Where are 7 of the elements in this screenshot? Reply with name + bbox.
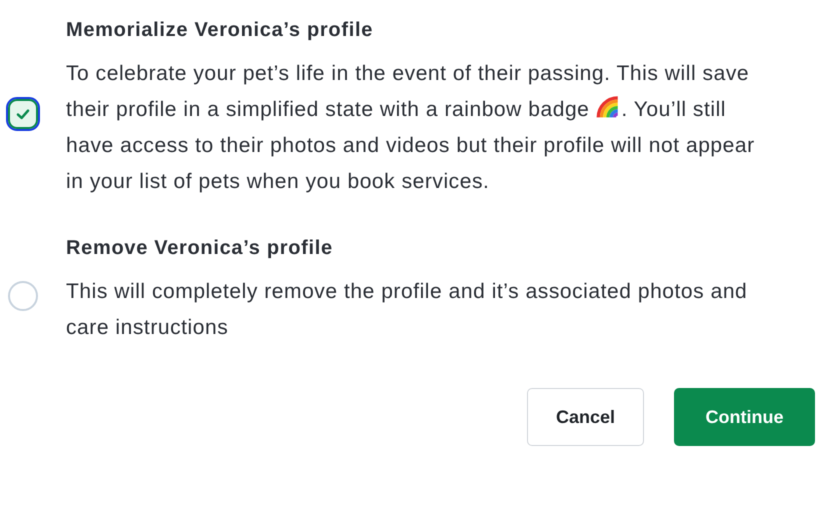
- option-description: This will completely remove the profile and it’s associated photos and care instructions: [66, 280, 748, 339]
- cancel-button[interactable]: Cancel: [527, 388, 644, 446]
- option-title: Memorialize Veronica’s profile: [66, 18, 374, 43]
- radio-button[interactable]: [8, 99, 38, 129]
- option-description: To celebrate your pet’s life in the event of their passing. This will save their profile in a simplified state with a rainbow badge . You’ll still have access to their photos and videos but their profile will not appear in your list of pets when you book services.: [66, 62, 755, 193]
- continue-button[interactable]: Continue: [674, 388, 815, 446]
- option-title: Remove Veronica’s profile: [66, 236, 334, 261]
